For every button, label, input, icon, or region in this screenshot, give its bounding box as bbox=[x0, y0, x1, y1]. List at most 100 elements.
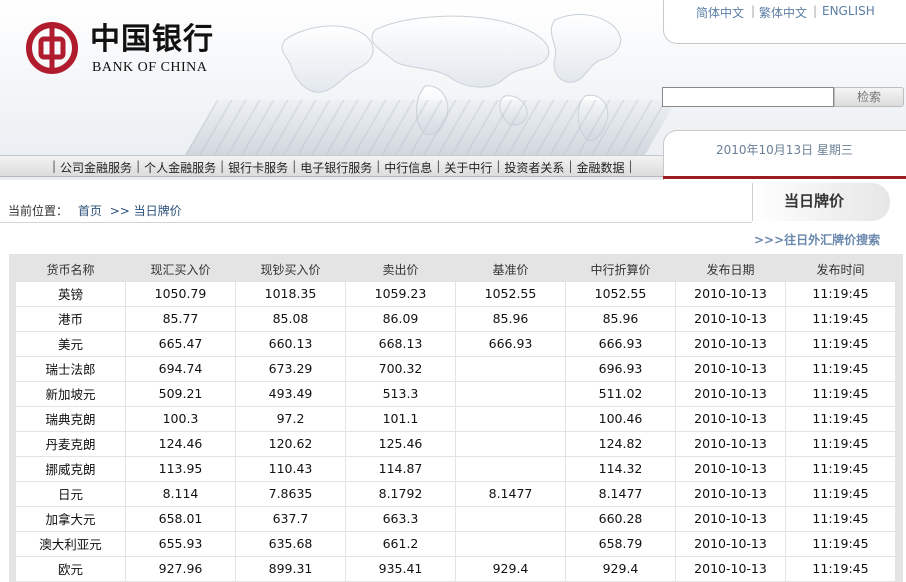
cell-currency: 新加坡元 bbox=[15, 380, 126, 407]
cell-spot-buy: 927.96 bbox=[125, 555, 236, 582]
nav-separator: | bbox=[376, 159, 381, 173]
bank-logo[interactable]: 中国银行 BANK OF CHINA bbox=[26, 22, 236, 78]
table-row: 瑞士法郎 694.74 673.29 700.32 696.93 2010-10-13 11… bbox=[15, 355, 896, 382]
cell-sell: 1059.23 bbox=[345, 280, 456, 307]
cell-boc-rate: 100.46 bbox=[565, 405, 676, 432]
page-title: 当日牌价 bbox=[784, 192, 845, 210]
cell-cash-buy: 673.29 bbox=[235, 355, 346, 382]
col-header-pub-date: 发布日期 bbox=[675, 259, 786, 281]
cell-sell: 661.2 bbox=[345, 530, 456, 557]
cell-spot-buy: 1050.79 bbox=[125, 280, 236, 307]
nav-item-corporate[interactable]: 公司金融服务 bbox=[60, 159, 132, 176]
cell-pub-time: 11:19:45 bbox=[785, 305, 896, 332]
nav-separator: | bbox=[52, 159, 57, 173]
cell-cash-buy: 85.08 bbox=[235, 305, 346, 332]
nav-item-about[interactable]: 关于中行 bbox=[444, 159, 492, 176]
nav-item-financial-data[interactable]: 金融数据 bbox=[576, 159, 624, 176]
cell-cash-buy: 1018.35 bbox=[235, 280, 346, 307]
cell-spot-buy: 509.21 bbox=[125, 380, 236, 407]
cell-pub-time: 11:19:45 bbox=[785, 330, 896, 357]
cell-base-rate: 8.1477 bbox=[455, 480, 566, 507]
nav-item-cards[interactable]: 银行卡服务 bbox=[228, 159, 288, 176]
exchange-rate-table-container: 货币名称 现汇买入价 现钞买入价 卖出价 基准价 中行折算价 发布日期 发布时间… bbox=[9, 254, 903, 582]
cell-pub-date: 2010-10-13 bbox=[675, 505, 786, 532]
cell-cash-buy: 660.13 bbox=[235, 330, 346, 357]
cell-sell: 101.1 bbox=[345, 405, 456, 432]
lang-separator: | bbox=[751, 4, 756, 18]
cell-sell: 513.3 bbox=[345, 380, 456, 407]
cell-sell: 700.32 bbox=[345, 355, 456, 382]
cell-base-rate: 929.4 bbox=[455, 555, 566, 582]
nav-separator: | bbox=[436, 159, 441, 173]
historical-fx-search-link[interactable]: >>>往日外汇牌价搜索 bbox=[754, 231, 880, 248]
cell-pub-date: 2010-10-13 bbox=[675, 405, 786, 432]
col-header-spot-buy: 现汇买入价 bbox=[125, 259, 236, 281]
col-header-boc-rate: 中行折算价 bbox=[565, 259, 676, 281]
brand-name-en: BANK OF CHINA bbox=[92, 60, 208, 75]
cell-currency: 澳大利亚元 bbox=[15, 530, 126, 557]
table-row: 新加坡元 509.21 493.49 513.3 511.02 2010-10-13 11:… bbox=[15, 380, 896, 407]
cell-currency: 美元 bbox=[15, 330, 126, 357]
nav-separator: | bbox=[568, 159, 573, 173]
lang-link-simplified[interactable]: 简体中文 bbox=[696, 4, 744, 21]
nav-items: | 公司金融服务 | 个人金融服务 | 银行卡服务 | 电子银行服务 | 中行信… bbox=[48, 159, 637, 176]
nav-separator: | bbox=[628, 159, 633, 173]
cell-base-rate bbox=[455, 505, 566, 532]
cell-currency: 瑞士法郎 bbox=[15, 355, 126, 382]
col-header-pub-time: 发布时间 bbox=[785, 259, 896, 281]
cell-sell: 114.87 bbox=[345, 455, 456, 482]
cell-cash-buy: 493.49 bbox=[235, 380, 346, 407]
search-input[interactable] bbox=[662, 87, 834, 107]
nav-separator: | bbox=[136, 159, 141, 173]
cell-sell: 668.13 bbox=[345, 330, 456, 357]
cell-sell: 8.1792 bbox=[345, 480, 456, 507]
col-header-sell: 卖出价 bbox=[345, 259, 456, 281]
cell-pub-date: 2010-10-13 bbox=[675, 480, 786, 507]
cell-spot-buy: 655.93 bbox=[125, 530, 236, 557]
cell-pub-time: 11:19:45 bbox=[785, 430, 896, 457]
date-panel-accent-line bbox=[663, 176, 906, 179]
cell-base-rate bbox=[455, 530, 566, 557]
nav-separator: | bbox=[220, 159, 225, 173]
boc-logo-icon bbox=[26, 22, 78, 74]
cell-currency: 日元 bbox=[15, 480, 126, 507]
cell-pub-date: 2010-10-13 bbox=[675, 355, 786, 382]
nav-item-personal[interactable]: 个人金融服务 bbox=[144, 159, 216, 176]
lang-link-traditional[interactable]: 繁体中文 bbox=[759, 4, 807, 21]
cell-pub-time: 11:19:45 bbox=[785, 280, 896, 307]
cell-sell: 86.09 bbox=[345, 305, 456, 332]
nav-item-investor[interactable]: 投资者关系 bbox=[504, 159, 564, 176]
table-header-row: 货币名称 现汇买入价 现钞买入价 卖出价 基准价 中行折算价 发布日期 发布时间 bbox=[15, 259, 896, 281]
cell-pub-time: 11:19:45 bbox=[785, 455, 896, 482]
col-header-base-rate: 基准价 bbox=[455, 259, 566, 281]
table-row: 澳大利亚元 655.93 635.68 661.2 658.79 2010-10-13 11… bbox=[15, 530, 896, 557]
cell-spot-buy: 85.77 bbox=[125, 305, 236, 332]
breadcrumb-home-link[interactable]: 首页 bbox=[78, 204, 102, 218]
cell-pub-date: 2010-10-13 bbox=[675, 330, 786, 357]
col-header-cash-buy: 现钞买入价 bbox=[235, 259, 346, 281]
nav-item-boc-info[interactable]: 中行信息 bbox=[384, 159, 432, 176]
nav-separator: | bbox=[292, 159, 297, 173]
cell-boc-rate: 660.28 bbox=[565, 505, 676, 532]
table-row: 丹麦克朗 124.46 120.62 125.46 124.82 2010-10-13 11… bbox=[15, 430, 896, 457]
cell-pub-date: 2010-10-13 bbox=[675, 530, 786, 557]
cell-pub-time: 11:19:45 bbox=[785, 555, 896, 582]
cell-pub-date: 2010-10-13 bbox=[675, 305, 786, 332]
main-nav: | 公司金融服务 | 个人金融服务 | 银行卡服务 | 电子银行服务 | 中行信… bbox=[0, 155, 663, 177]
lang-link-english[interactable]: ENGLISH bbox=[822, 4, 875, 18]
breadcrumb-current: 当日牌价 bbox=[133, 204, 182, 218]
nav-item-ebanking[interactable]: 电子银行服务 bbox=[300, 159, 372, 176]
breadcrumb-divider bbox=[0, 222, 752, 223]
table-row: 挪威克朗 113.95 110.43 114.87 114.32 2010-10-13 11… bbox=[15, 455, 896, 482]
cell-pub-date: 2010-10-13 bbox=[675, 280, 786, 307]
cell-pub-date: 2010-10-13 bbox=[675, 380, 786, 407]
cell-boc-rate: 114.32 bbox=[565, 455, 676, 482]
table-row: 瑞典克朗 100.3 97.2 101.1 100.46 2010-10-13 11:19:… bbox=[15, 405, 896, 432]
cell-base-rate bbox=[455, 405, 566, 432]
cell-boc-rate: 8.1477 bbox=[565, 480, 676, 507]
search-button[interactable]: 检索 bbox=[834, 87, 904, 107]
table-row: 英镑 1050.79 1018.35 1059.23 1052.55 1052.55 201… bbox=[15, 280, 896, 307]
current-date: 2010年10月13日 星期三 bbox=[716, 143, 853, 157]
cell-cash-buy: 120.62 bbox=[235, 430, 346, 457]
cell-currency: 欧元 bbox=[15, 555, 126, 582]
